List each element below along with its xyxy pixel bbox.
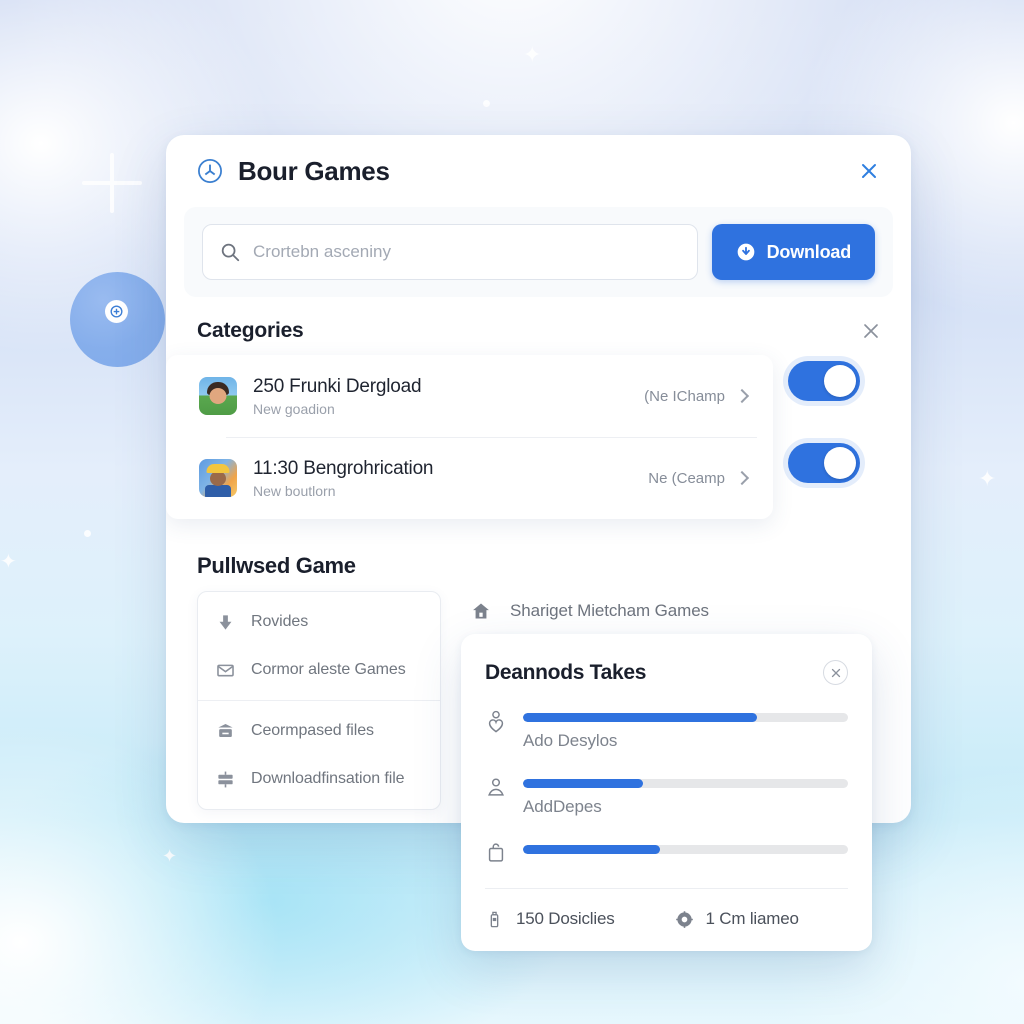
search-icon bbox=[219, 241, 241, 263]
page-title: Bour Games bbox=[238, 155, 390, 186]
search-input[interactable]: Crortebn asceniny bbox=[202, 224, 698, 280]
stat-main: Ado Desylos bbox=[523, 707, 848, 751]
progress-track bbox=[523, 845, 848, 854]
categories-panel: 250 Frunki Dergload New goadion (Ne ICha… bbox=[166, 355, 773, 519]
stat-label: AddDepes bbox=[523, 797, 602, 816]
menu-item-ceormpased-files[interactable]: Ceormpased files bbox=[198, 707, 440, 755]
category-meta[interactable]: Ne (Ceamp bbox=[648, 470, 773, 487]
featured-heading: Pullwsed Game bbox=[197, 553, 356, 578]
download-badge-icon bbox=[736, 242, 756, 262]
category-meta[interactable]: (Ne IChamp bbox=[644, 388, 773, 405]
category-subtitle: New goadion bbox=[253, 400, 335, 417]
stat-row bbox=[485, 839, 848, 867]
stats-card-title: Deannods Takes bbox=[485, 660, 647, 684]
category-subtitle: New boutlorn bbox=[253, 482, 336, 499]
category-name: 250 Frunki Dergload bbox=[253, 375, 422, 397]
bottle-icon bbox=[485, 910, 504, 929]
footer-stat-label: 1 Cm liameo bbox=[705, 909, 799, 928]
orb-badge-icon bbox=[105, 300, 128, 323]
menu-item-downloadfinsation-file[interactable]: Downloadfinsation file bbox=[198, 755, 440, 803]
stats-card: Deannods Takes Ado Desylos AddDepes 150 … bbox=[461, 634, 872, 951]
sparkle-icon: ✦ bbox=[0, 551, 17, 573]
clock-circle-icon bbox=[196, 157, 224, 185]
progress-track bbox=[523, 713, 848, 722]
toggle-switch-row-2[interactable] bbox=[788, 443, 860, 483]
progress-fill bbox=[523, 779, 644, 788]
toggle-switch-row-1[interactable] bbox=[788, 361, 860, 401]
download-arrow-icon bbox=[216, 613, 235, 632]
categories-heading: Categories bbox=[197, 319, 304, 342]
plus-decoration-icon bbox=[82, 153, 142, 213]
footer-stat-dosiclies: 150 Dosiclies bbox=[485, 909, 615, 929]
close-icon[interactable] bbox=[855, 157, 883, 185]
menu-item-label: Ceormpased files bbox=[251, 722, 374, 739]
stat-row: AddDepes bbox=[485, 773, 848, 817]
stats-card-footer: 150 Dosiclies 1 Cm liameo bbox=[485, 889, 848, 929]
window-header: Bour Games bbox=[166, 135, 911, 207]
brand: Bour Games bbox=[196, 156, 390, 187]
avatar bbox=[199, 377, 237, 415]
server-icon bbox=[216, 770, 235, 789]
search-toolbar: Crortebn asceniny Download bbox=[184, 207, 893, 297]
categories-header: Categories bbox=[166, 297, 911, 355]
stats-card-header: Deannods Takes bbox=[485, 660, 848, 685]
table-row[interactable]: 250 Frunki Dergload New goadion (Ne ICha… bbox=[166, 355, 773, 437]
stat-row: Ado Desylos bbox=[485, 707, 848, 751]
menu-item-label: Downloadfinsation file bbox=[251, 770, 405, 787]
progress-fill bbox=[523, 845, 660, 854]
menu-item-label: Cormor aleste Games bbox=[251, 661, 406, 678]
close-icon[interactable] bbox=[823, 660, 848, 685]
featured-menu-card: Rovides Cormor aleste Games Ceormpased f… bbox=[197, 591, 441, 810]
person-heart-icon bbox=[485, 709, 507, 735]
download-button[interactable]: Download bbox=[711, 224, 875, 280]
category-name: 11:30 Bengrohrication bbox=[253, 457, 434, 479]
progress-fill bbox=[523, 713, 757, 722]
chevron-right-icon bbox=[734, 470, 750, 486]
menu-item-rovides[interactable]: Rovides bbox=[198, 598, 440, 646]
dot-decoration bbox=[84, 530, 91, 537]
toggle-knob bbox=[824, 365, 856, 397]
progress-track bbox=[523, 779, 848, 788]
menu-item-label: Rovides bbox=[251, 613, 309, 630]
menu-group: Rovides Cormor aleste Games bbox=[198, 592, 440, 700]
category-text: 11:30 Bengrohrication New boutlorn bbox=[253, 458, 648, 499]
footer-stat-label: 150 Dosiclies bbox=[516, 909, 615, 928]
featured-side-link-label: Shariget Mietcham Games bbox=[510, 601, 709, 620]
bag-icon bbox=[485, 841, 507, 867]
footer-stat-liameo: 1 Cm liameo bbox=[675, 909, 799, 929]
category-meta-label: (Ne IChamp bbox=[644, 387, 725, 405]
home-icon bbox=[471, 601, 491, 621]
sparkle-icon: ✦ bbox=[523, 42, 542, 67]
sparkle-icon: ✦ bbox=[978, 466, 997, 491]
download-button-label: Download bbox=[766, 241, 852, 262]
toggle-knob bbox=[824, 447, 856, 479]
menu-group: Ceormpased files Downloadfinsation file bbox=[198, 700, 440, 809]
avatar bbox=[199, 459, 237, 497]
table-row[interactable]: 11:30 Bengrohrication New boutlorn Ne (C… bbox=[166, 437, 773, 519]
dot-decoration bbox=[483, 100, 490, 107]
stat-main bbox=[523, 839, 848, 854]
stat-label: Ado Desylos bbox=[523, 731, 618, 750]
target-icon bbox=[675, 910, 694, 929]
close-icon[interactable] bbox=[859, 319, 883, 343]
menu-item-cormor-aleste-games[interactable]: Cormor aleste Games bbox=[198, 646, 440, 694]
stat-main: AddDepes bbox=[523, 773, 848, 817]
person-icon bbox=[485, 775, 507, 801]
chevron-right-icon bbox=[734, 388, 750, 404]
archive-box-icon bbox=[216, 722, 235, 741]
search-placeholder: Crortebn asceniny bbox=[253, 242, 391, 261]
envelope-icon bbox=[216, 661, 235, 680]
category-meta-label: Ne (Ceamp bbox=[648, 469, 725, 487]
category-text: 250 Frunki Dergload New goadion bbox=[253, 376, 644, 417]
featured-side-link[interactable]: Shariget Mietcham Games bbox=[471, 601, 709, 621]
sparkle-icon: ✦ bbox=[162, 846, 178, 866]
